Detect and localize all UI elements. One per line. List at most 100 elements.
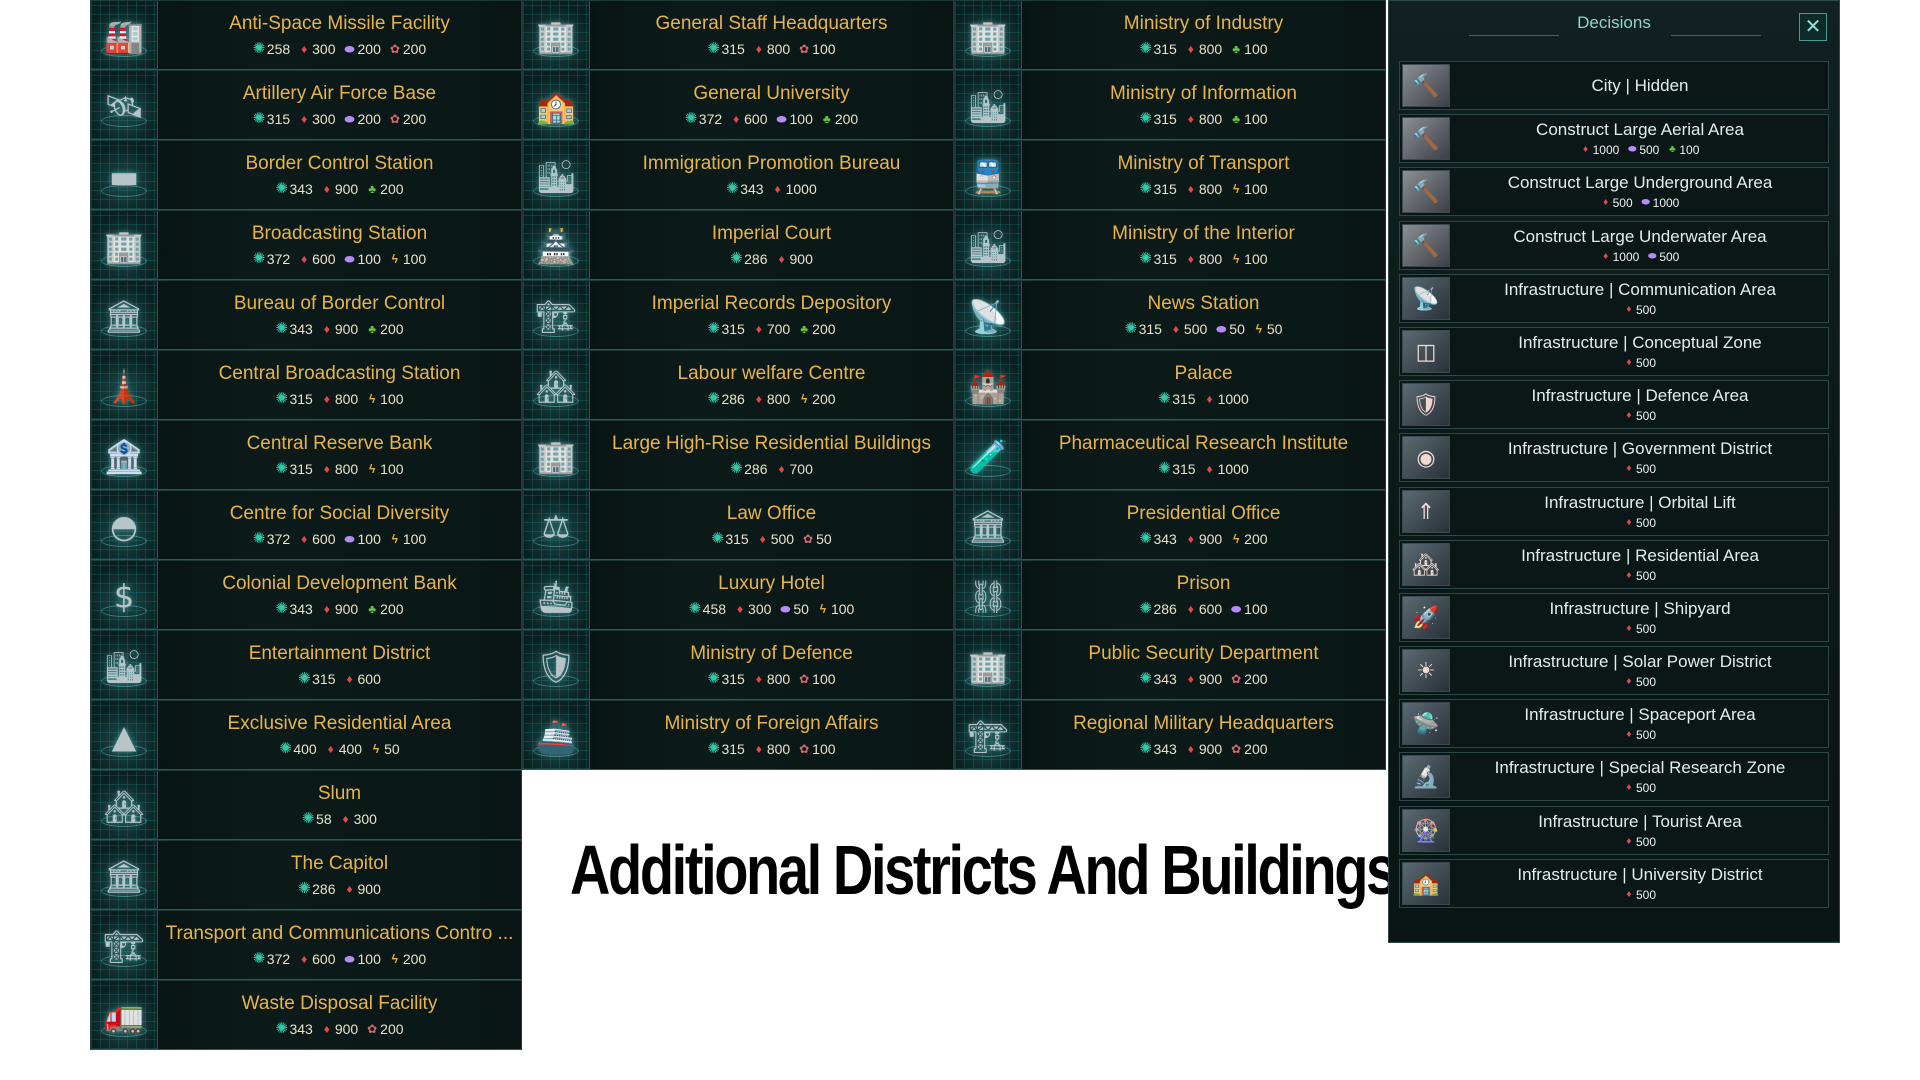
building-card[interactable]: 🏗 Transport and Communications Contro ...… [90,910,522,980]
building-card[interactable]: 🏙 Ministry of the Interior ✺ 315 ♦ 800 ϟ 100 [954,210,1386,280]
building-card[interactable]: 🗼 Central Broadcasting Station ✺ 315 ♦ 800 ϟ 10… [90,350,522,420]
decision-thumbnail: 📡 [1402,276,1450,320]
building-card[interactable]: 🏗 Imperial Records Depository ✺ 315 ♦ 700 ♣ 200 [522,280,954,350]
building-card[interactable]: 🛡 Ministry of Defence ✺ 315 ♦ 800 ✿ 100 [522,630,954,700]
building-card[interactable]: ▲ Exclusive Residential Area ✺ 400 ♦ 400 ϟ 50 [90,700,522,770]
building-card[interactable]: 🏯 Imperial Court ✺ 286 ♦ 900 [522,210,954,280]
building-costs: ✺ 343 ♦ 900 ϟ 200 [1139,531,1267,547]
building-card[interactable]: 🏭 Anti-Space Missile Facility ✺ 258 ♦ 300 ⬬ 200… [90,0,522,70]
decision-costs: ♦ 500 [1624,781,1656,795]
cost-minerals: ♦ 500 [1624,409,1656,423]
decision-item[interactable]: 🛸 Infrastructure | Spaceport Area ♦ 500 [1399,699,1829,749]
building-card[interactable]: 🏛 Presidential Office ✺ 343 ♦ 900 ϟ 200 [954,490,1386,560]
building-card[interactable]: 🏢 Broadcasting Station ✺ 372 ♦ 600 ⬬ 100 ϟ 100 [90,210,522,280]
building-card[interactable]: 🏙 Ministry of Information ✺ 315 ♦ 800 ♣ 100 [954,70,1386,140]
time-icon: ✺ [252,110,266,127]
building-card[interactable]: 🏙 Entertainment District ✺ 315 ♦ 600 [90,630,522,700]
building-info: Labour welfare Centre ✺ 286 ♦ 800 ϟ 200 [590,351,953,419]
building-card[interactable]: 🏢 General Staff Headquarters ✺ 315 ♦ 800 ✿ 100 [522,0,954,70]
alloys-icon: ⬬ [344,252,355,266]
building-card[interactable]: 🏢 Public Security Department ✺ 343 ♦ 900 ✿ 200 [954,630,1386,700]
energy-icon: ϟ [1232,182,1240,196]
cost-value: 58 [316,811,332,827]
spaceport-icon: 🛸 [1412,712,1440,738]
minerals-icon: ♦ [1603,250,1609,262]
building-card[interactable]: 🧪 Pharmaceutical Research Institute ✺ 315 ♦ 1… [954,420,1386,490]
decision-item[interactable]: 🔨 City | Hidden [1399,61,1829,110]
building-card[interactable]: 🛰 Artillery Air Force Base ✺ 315 ♦ 300 ⬬ 200 ✿ 20… [90,70,522,140]
decision-item[interactable]: 🔨 Construct Large Aerial Area ♦ 1000 ⬬ 500 ♣ 10… [1399,114,1829,164]
building-name: Presidential Office [1126,503,1281,524]
building-card[interactable]: 🏢 Ministry of Industry ✺ 315 ♦ 800 ♣ 100 [954,0,1386,70]
cost-minerals: ♦ 600 [298,251,335,267]
cost-minerals: ♦ 1000 [1204,391,1249,407]
building-card[interactable]: 🏢 Large High-Rise Residential Buildings ✺ 2… [522,420,954,490]
decision-item[interactable]: 🏫 Infrastructure | University District ♦ 50… [1399,858,1829,908]
decision-name: Infrastructure | Government District [1507,439,1773,459]
building-card[interactable]: 🏗 Regional Military Headquarters ✺ 343 ♦ 900 ✿… [954,700,1386,770]
building-card[interactable]: 🏙 Immigration Promotion Bureau ✺ 343 ♦ 1000 [522,140,954,210]
cost-value: 315 [312,671,336,687]
building-card[interactable]: 🚢 Ministry of Foreign Affairs ✺ 315 ♦ 800 ✿ 100 [522,700,954,770]
building-info: Central Broadcasting Station ✺ 315 ♦ 800 ϟ 100 [158,351,521,419]
decision-costs: ♦ 1000 ⬬ 500 ♣ 100 [1581,143,1699,157]
building-card[interactable]: 🏘 Labour welfare Centre ✺ 286 ♦ 800 ϟ 200 [522,350,954,420]
cost-value: 315 [725,531,749,547]
decision-name: Construct Large Aerial Area [1536,120,1744,140]
building-card[interactable]: ⛓ Prison ✺ 286 ♦ 600 ⬬ 100 [954,560,1386,630]
building-card[interactable]: 🚆 Ministry of Transport ✺ 315 ♦ 800 ϟ 100 [954,140,1386,210]
cost-value: 500 [770,531,795,547]
decision-item[interactable]: 🛡 Infrastructure | Defence Area ♦ 500 [1399,380,1829,430]
decision-item[interactable]: 🔨 Construct Large Underwater Area ♦ 1000 ⬬ 50… [1399,220,1829,270]
building-card[interactable]: $ Colonial Development Bank ✺ 343 ♦ 900 ♣ 200 [90,560,522,630]
cost-minerals: ♦ 900 [1185,531,1222,547]
cost-minerals: ♦ 800 [1185,181,1222,197]
cost-value: 50 [816,531,832,547]
building-card[interactable]: 🏛 The Capitol ✺ 286 ♦ 900 [90,840,522,910]
building-card[interactable]: 🏰 Palace ✺ 315 ♦ 1000 [954,350,1386,420]
decision-item[interactable]: ◫ Infrastructure | Conceptual Zone ♦ 500 [1399,326,1829,376]
decision-item[interactable]: ⇑ Infrastructure | Orbital Lift ♦ 500 [1399,486,1829,536]
minerals-icon: ♦ [755,742,762,756]
building-column-1: 🏭 Anti-Space Missile Facility ✺ 258 ♦ 300 ⬬ 200… [90,0,522,1050]
bureau-icon: 🏙 [535,157,577,196]
alloys-icon: ⬬ [1628,144,1637,156]
time-icon: ✺ [730,250,743,267]
building-thumbnail: 🗼 [91,351,158,419]
building-card[interactable]: 🏫 General University ✺ 372 ♦ 600 ⬬ 100 ♣ 200 [522,70,954,140]
building-card[interactable]: 🛳 Luxury Hotel ✺ 458 ♦ 300 ⬬ 50 ϟ 100 [522,560,954,630]
decision-item[interactable]: 🔬 Infrastructure | Special Research Zone ♦… [1399,752,1829,802]
decision-item[interactable]: 📡 Infrastructure | Communication Area ♦ 500 [1399,273,1829,323]
building-card[interactable]: 📡 News Station ✺ 315 ♦ 500 ⬬ 50 ϟ 50 [954,280,1386,350]
building-card[interactable]: 🏛 Bureau of Border Control ✺ 343 ♦ 900 ♣ 200 [90,280,522,350]
building-costs: ✺ 315 ♦ 800 ϟ 100 [1139,251,1267,267]
decision-thumbnail: 🔨 [1402,223,1450,267]
building-card[interactable]: 🏦 Central Reserve Bank ✺ 315 ♦ 800 ϟ 100 [90,420,522,490]
military-icon: 🏗 [967,717,1009,756]
university-icon: 🏫 [1412,871,1440,897]
cost-value: 315 [721,671,745,687]
building-thumbnail: 🏙 [955,211,1022,279]
decision-item[interactable]: ◉ Infrastructure | Government District ♦ 50… [1399,433,1829,483]
time-icon: ✺ [252,40,266,57]
cost-value: 200 [357,41,381,57]
building-card[interactable]: 🏘 Slum ✺ 58 ♦ 300 [90,770,522,840]
building-card[interactable]: ▬ Border Control Station ✺ 343 ♦ 900 ♣ 200 [90,140,522,210]
decision-item[interactable]: 🔨 Construct Large Underground Area ♦ 500 ⬬ 10… [1399,167,1829,217]
close-button[interactable]: ✕ [1799,13,1827,41]
building-card[interactable]: ◓ Centre for Social Diversity ✺ 372 ♦ 600 ⬬ 100… [90,490,522,560]
decision-item[interactable]: 🏘 Infrastructure | Residential Area ♦ 500 [1399,539,1829,589]
building-card[interactable]: ⚖ Law Office ✺ 315 ♦ 500 ✿ 50 [522,490,954,560]
building-card[interactable]: 🚛 Waste Disposal Facility ✺ 343 ♦ 900 ✿ 200 [90,980,522,1050]
decision-item[interactable]: ☀ Infrastructure | Solar Power District ♦ 5… [1399,646,1829,696]
time-icon: ✺ [1139,40,1153,57]
building-name: Anti-Space Missile Facility [229,13,450,34]
cost-time: ✺ 315 [707,41,744,57]
cost-time: ✺ 315 [1125,321,1162,337]
building-costs: ✺ 372 ♦ 600 ⬬ 100 ♣ 200 [685,111,858,127]
cost-time: ✺ 286 [730,251,767,267]
cost-consumer: ✿ 100 [798,741,835,757]
decision-item[interactable]: 🎡 Infrastructure | Tourist Area ♦ 500 [1399,805,1829,855]
time-icon: ✺ [275,320,289,337]
decision-item[interactable]: 🚀 Infrastructure | Shipyard ♦ 500 [1399,592,1829,642]
